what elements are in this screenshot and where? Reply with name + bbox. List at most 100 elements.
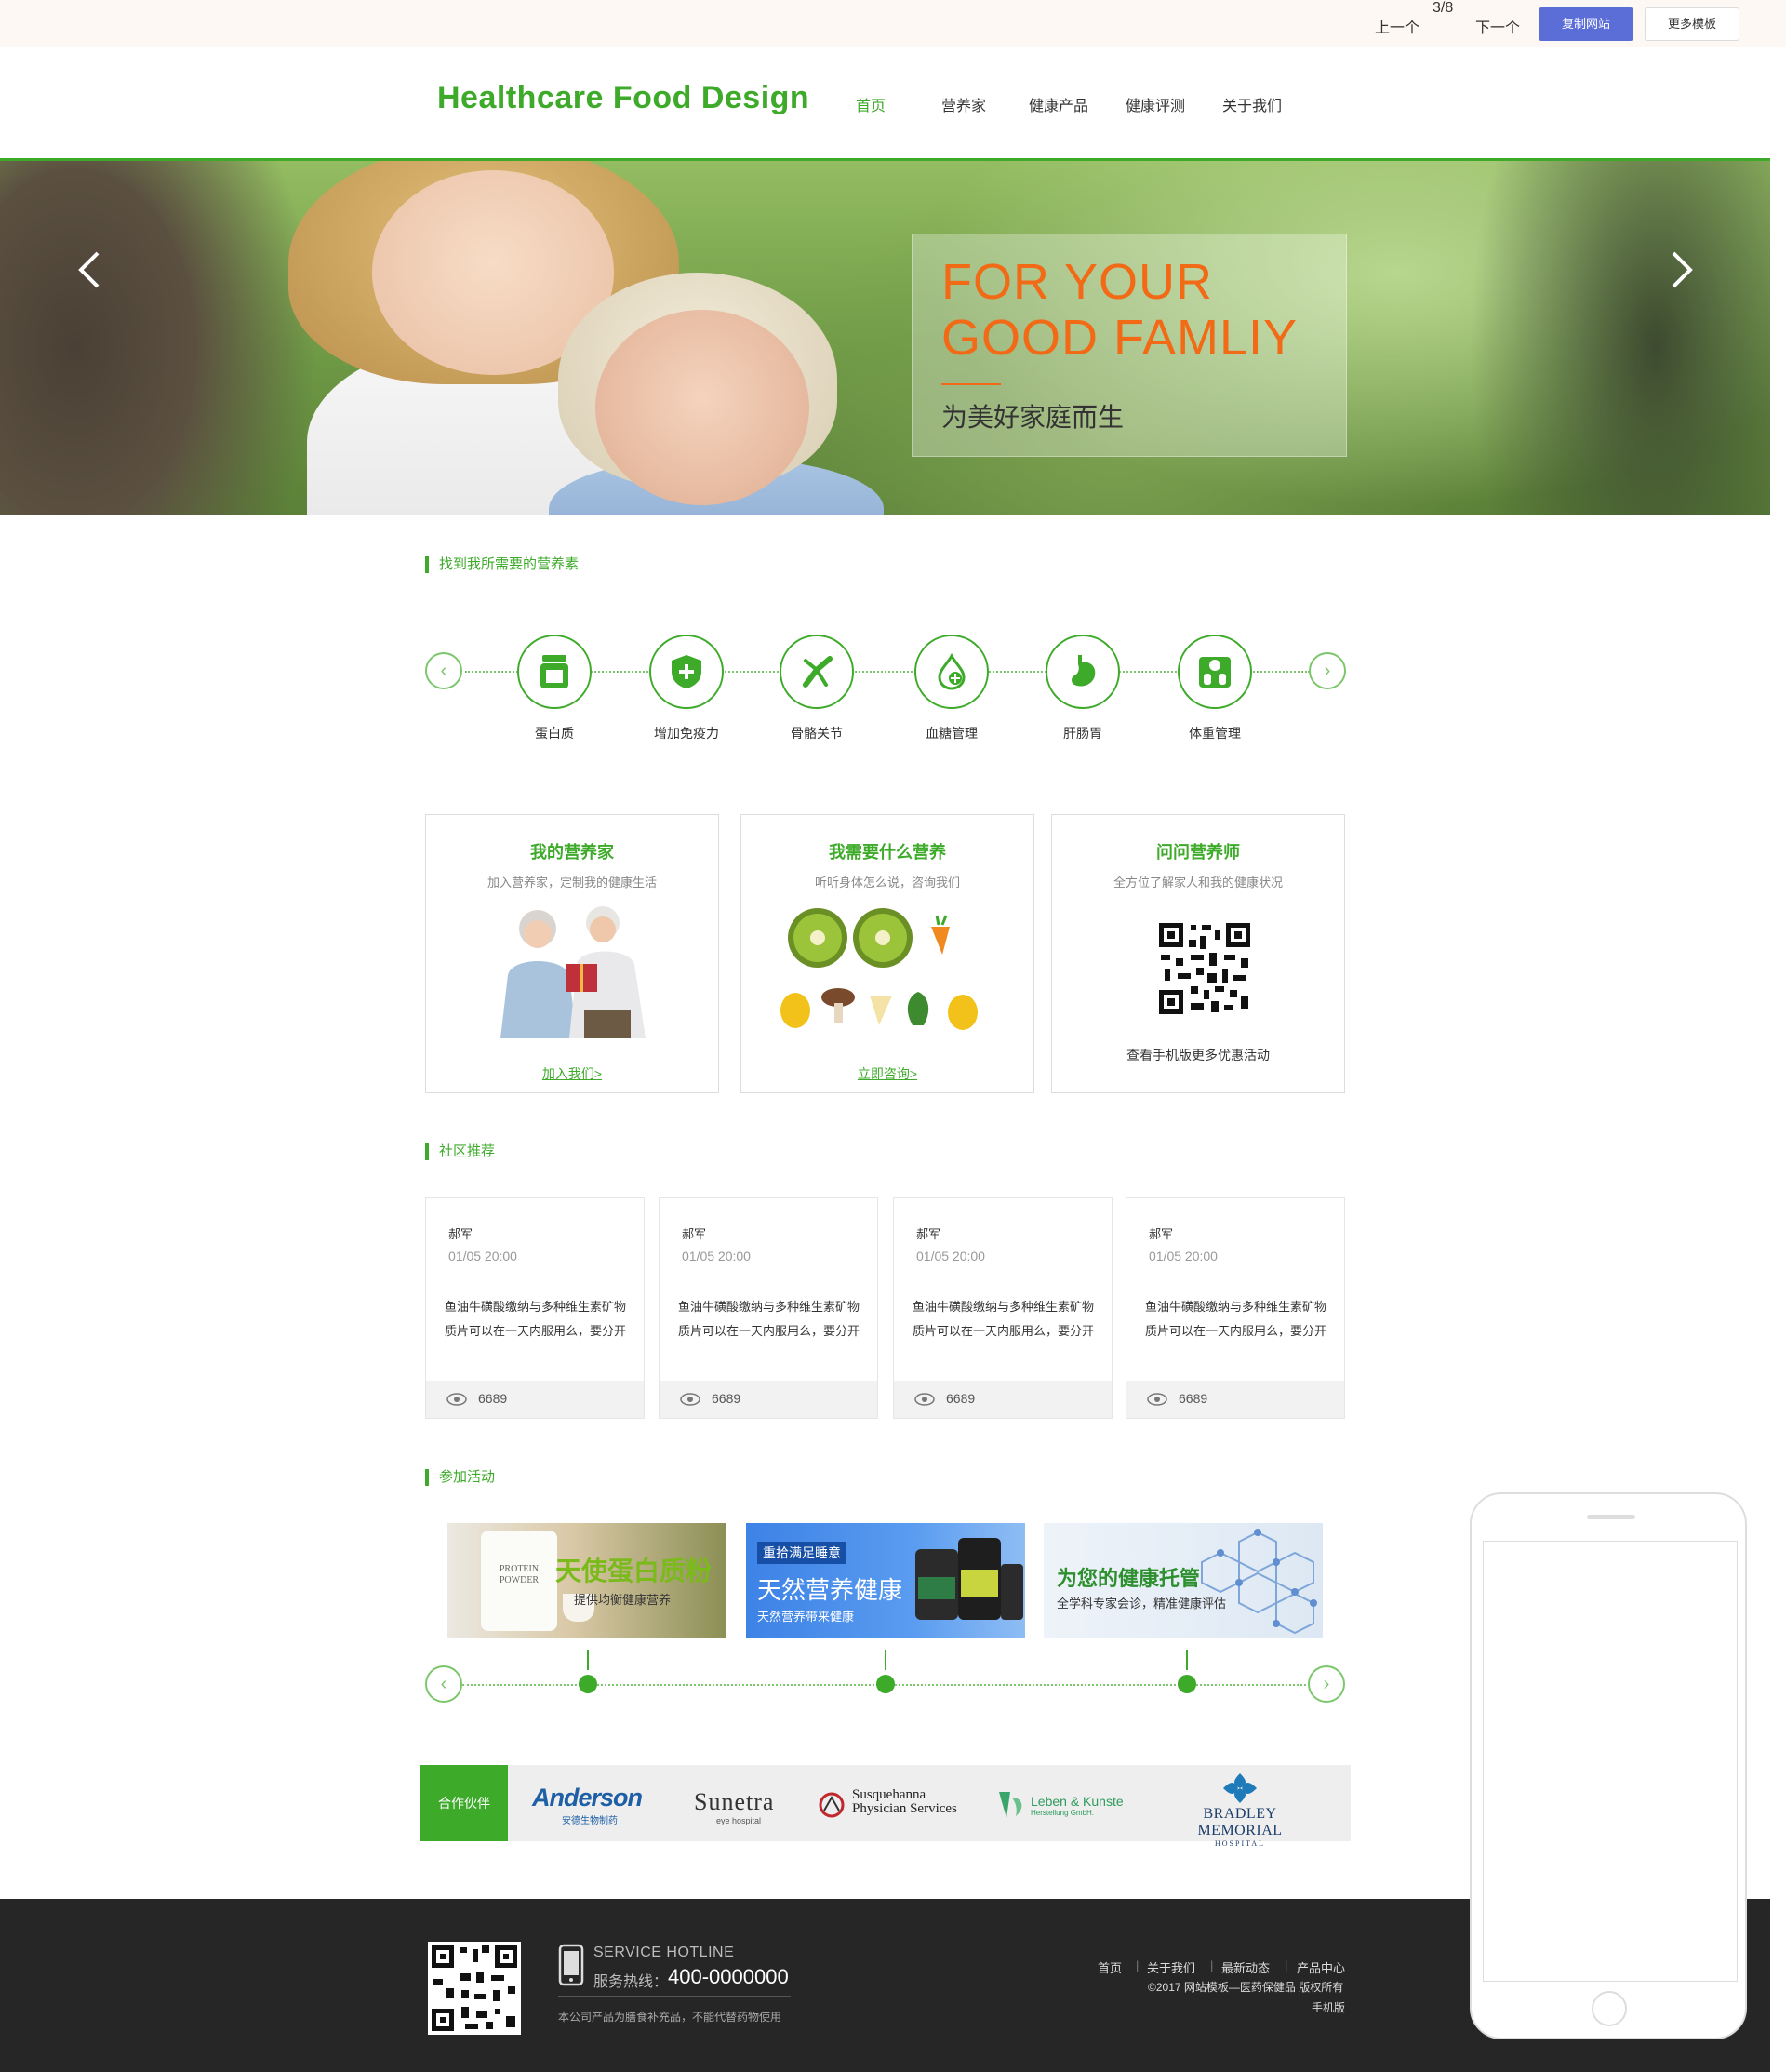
banner-subtitle: 为美好家庭而生	[941, 403, 1125, 432]
activity-tag: 重拾满足睡意	[757, 1542, 846, 1564]
community-post[interactable]: 郝军 01/05 20:00 鱼油牛磺酸缴纳与多种维生素矿物质片可以在一天内服用…	[425, 1197, 645, 1419]
timeline-dot[interactable]	[1178, 1675, 1196, 1693]
timeline-dot[interactable]	[579, 1675, 597, 1693]
joint-bone-icon	[803, 656, 833, 688]
footer-link-about[interactable]: 关于我们	[1147, 1958, 1195, 1976]
community-post[interactable]: 郝军 01/05 20:00 鱼油牛磺酸缴纳与多种维生素矿物质片可以在一天内服用…	[1126, 1197, 1345, 1419]
scale-icon	[1199, 657, 1231, 688]
site-logo[interactable]: Healthcare Food Design	[437, 80, 809, 116]
banner-headline-line2: GOOD FAMLIY	[941, 310, 1299, 366]
partners-label: 合作伙伴	[420, 1765, 508, 1841]
partner-name: Susquehanna	[852, 1787, 926, 1802]
partner-subname: Herstellung GmbH.	[1031, 1809, 1095, 1817]
activity-title: 为您的健康托管	[1057, 1567, 1201, 1590]
chevron-left-icon	[78, 251, 100, 288]
footer-link-products[interactable]: 产品中心	[1297, 1958, 1345, 1976]
more-templates-button[interactable]: 更多模板	[1645, 7, 1739, 41]
community-post[interactable]: 郝军 01/05 20:00 鱼油牛磺酸缴纳与多种维生素矿物质片可以在一天内服用…	[659, 1197, 878, 1419]
footer-link-separator: |	[1210, 1958, 1214, 1972]
next-template-link[interactable]: 下一个	[1475, 15, 1520, 37]
banner-next-arrow[interactable]	[1654, 223, 1710, 316]
post-views: 6689	[1179, 1391, 1208, 1406]
nutrient-digestive[interactable]	[1046, 635, 1120, 709]
activity-banner-natural-health[interactable]: 重拾满足睡意 天然营养健康 天然营养带来健康	[746, 1523, 1025, 1638]
banner-prev-arrow[interactable]	[61, 223, 117, 316]
pager-total: /8	[1440, 0, 1454, 16]
prev-template-link[interactable]: 上一个	[1375, 15, 1419, 37]
mobile-phone-icon	[558, 1944, 584, 1986]
footer-link-separator: |	[1136, 1958, 1140, 1972]
post-body: 鱼油牛磺酸缴纳与多种维生素矿物质片可以在一天内服用么，要分开	[678, 1300, 860, 1338]
service-hotline-number: 400-0000000	[668, 1965, 789, 1988]
nutrient-weight[interactable]	[1178, 635, 1252, 709]
nutrient-bone-joint[interactable]	[780, 635, 854, 709]
consult-now-link[interactable]: 立即咨询>	[741, 1064, 1033, 1083]
post-author: 郝军	[1149, 1227, 1174, 1241]
activity-subtitle: 全学科专家会诊，精准健康评估	[1057, 1597, 1227, 1611]
stomach-icon	[1072, 655, 1096, 687]
nutrient-blood-sugar[interactable]	[914, 635, 989, 709]
post-body: 鱼油牛磺酸缴纳与多种维生素矿物质片可以在一天内服用么，要分开	[445, 1300, 627, 1338]
supplement-bottle-image	[1001, 1564, 1023, 1620]
nutrient-blood-sugar-label: 血糖管理	[926, 726, 978, 741]
nav-health-assessment[interactable]: 健康评测	[1126, 93, 1185, 115]
qr-code-icon	[1157, 921, 1252, 1016]
feature-card-title: 问问营养师	[1156, 843, 1240, 862]
eye-icon	[446, 1393, 467, 1406]
nutrients-prev-button[interactable]: ‹	[425, 652, 462, 689]
footer-link-home[interactable]: 首页	[1098, 1958, 1122, 1976]
footer-link-separator: |	[1285, 1958, 1288, 1972]
join-us-link[interactable]: 加入我们>	[426, 1064, 718, 1083]
feature-card-subtitle: 全方位了解家人和我的健康状况	[1113, 876, 1283, 889]
post-author: 郝军	[916, 1227, 941, 1241]
nutrient-bone-joint-label: 骨骼关节	[791, 726, 843, 741]
banner-headline-line1: FOR YOUR	[941, 254, 1214, 310]
nutrient-immunity-label: 增加免疫力	[654, 726, 719, 741]
mobile-offers-text: 查看手机版更多优惠活动	[1126, 1048, 1270, 1063]
post-time: 01/05 20:00	[1149, 1249, 1218, 1263]
eye-icon	[1147, 1393, 1167, 1406]
timeline-tick	[587, 1650, 589, 1670]
nutrient-immunity[interactable]	[649, 635, 724, 709]
footer-link-news[interactable]: 最新动态	[1221, 1958, 1270, 1976]
footer-disclaimer: 本公司产品为膳食补充品，不能代替药物使用	[558, 2011, 782, 2024]
nutrient-protein[interactable]	[517, 635, 592, 709]
community-section-title: 社区推荐	[425, 1143, 495, 1160]
fruit-percentage-illustration	[780, 908, 978, 1030]
post-footer: 6689	[894, 1381, 1112, 1418]
community-post[interactable]: 郝军 01/05 20:00 鱼油牛磺酸缴纳与多种维生素矿物质片可以在一天内服用…	[893, 1197, 1113, 1419]
nav-nutritionist[interactable]: 营养家	[941, 93, 986, 115]
nutrients-next-button[interactable]: ›	[1309, 652, 1346, 689]
feature-card-subtitle: 听听身体怎么说，咨询我们	[814, 876, 960, 889]
activity-banner-protein[interactable]: PROTEIN POWDER 天使蛋白质粉 提供均衡健康营养	[447, 1523, 726, 1638]
partner-logo-leben-kunste[interactable]: Leben & Kunste Herstellung GmbH.	[995, 1788, 1135, 1818]
post-footer: 6689	[660, 1381, 877, 1418]
banner-headline: FOR YOUR GOOD FAMLIY	[941, 254, 1298, 366]
nav-home[interactable]: 首页	[856, 93, 886, 115]
post-body: 鱼油牛磺酸缴纳与多种维生素矿物质片可以在一天内服用么，要分开	[1145, 1300, 1327, 1338]
partner-logo-sunetra[interactable]: Sunetra eye hospital	[694, 1788, 796, 1825]
phone-speaker	[1587, 1515, 1635, 1519]
mobile-preview-screen[interactable]	[1483, 1541, 1738, 1982]
activities-prev-button[interactable]: ‹	[425, 1665, 462, 1703]
mobile-preview-frame	[1470, 1492, 1747, 2039]
activity-banner-health-care[interactable]: 为您的健康托管 全学科专家会诊，精准健康评估	[1044, 1523, 1323, 1638]
protein-jar-label-line2: POWDER	[499, 1575, 540, 1585]
nav-about-us[interactable]: 关于我们	[1222, 93, 1282, 115]
copy-site-button[interactable]: 复制网站	[1539, 7, 1633, 41]
footer-mobile-link[interactable]: 手机版	[1312, 1999, 1345, 2015]
partner-logo-bradley[interactable]: Bradley Memorial HOSPITAL	[1161, 1770, 1319, 1848]
timeline-dot[interactable]	[876, 1675, 895, 1693]
molecule-illustration	[1201, 1529, 1317, 1635]
partner-logo-anderson[interactable]: Anderson 安德生物制药	[532, 1784, 653, 1826]
partner-name: Sunetra	[694, 1788, 775, 1815]
post-author: 郝军	[448, 1227, 473, 1241]
partner-logo-susquehanna[interactable]: Susquehanna Physician Services	[817, 1787, 966, 1818]
blood-drop-icon	[938, 653, 966, 690]
activity-subtitle: 提供均衡健康营养	[574, 1593, 672, 1607]
nav-health-products[interactable]: 健康产品	[1029, 93, 1088, 115]
partner-name: Bradley Memorial	[1197, 1806, 1283, 1838]
activities-next-button[interactable]: ›	[1308, 1665, 1345, 1703]
eye-icon	[680, 1393, 700, 1406]
phone-home-button[interactable]	[1592, 1991, 1627, 2026]
